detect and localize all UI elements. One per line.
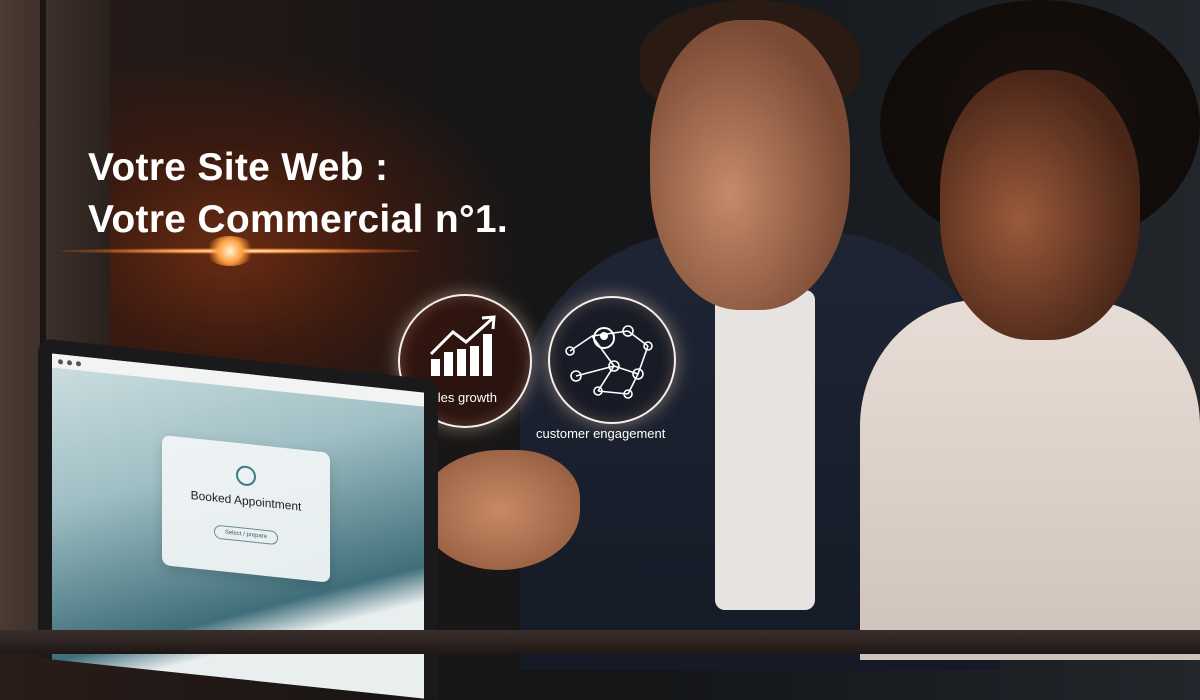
woman-face [940, 70, 1140, 340]
table-surface [0, 630, 1200, 654]
headline-line-2: Votre Commercial n°1. [88, 198, 508, 241]
customer-engagement-label: customer engagement [536, 426, 666, 441]
card-button[interactable]: Select / prepare [213, 524, 279, 546]
customer-engagement-badge [548, 296, 676, 424]
man-shirt [715, 290, 815, 610]
window-dot-icon [58, 358, 63, 365]
window-dot-icon [76, 360, 81, 367]
headline: Votre Site Web : Votre Commercial n°1. [88, 142, 508, 246]
calendar-icon [236, 464, 256, 487]
browser-bar [52, 353, 424, 407]
woman-blouse [860, 300, 1200, 660]
window-dot-icon [67, 359, 72, 366]
network-user-icon [565, 325, 653, 399]
card-title: Booked Appointment [190, 488, 302, 514]
headline-line-1: Votre Site Web : [88, 146, 389, 189]
man-face [650, 20, 850, 310]
gesturing-hand [420, 450, 580, 570]
appointment-card: Booked Appointment Select / prepare [162, 435, 330, 583]
